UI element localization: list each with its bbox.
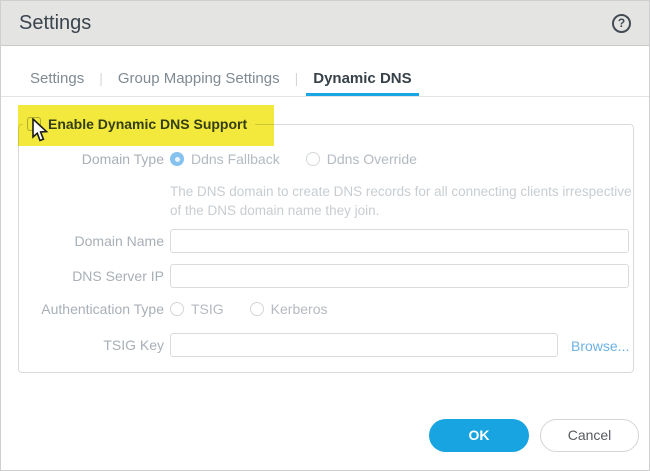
dialog-header: Settings ? bbox=[1, 1, 649, 46]
dns-server-ip-input[interactable] bbox=[170, 264, 629, 288]
browse-link[interactable]: Browse... bbox=[571, 338, 629, 354]
cancel-button[interactable]: Cancel bbox=[540, 419, 639, 452]
tsig-key-label: TSIG Key bbox=[103, 337, 164, 353]
settings-dialog: Settings ? Settings | Group Mapping Sett… bbox=[0, 0, 650, 471]
tab-dynamic-dns[interactable]: Dynamic DNS bbox=[306, 70, 419, 96]
enable-dynamic-dns-label: Enable Dynamic DNS Support bbox=[48, 116, 248, 132]
domain-type-description: The DNS domain to create DNS records for… bbox=[170, 182, 640, 220]
dialog-title: Settings bbox=[19, 12, 92, 34]
help-icon[interactable]: ? bbox=[612, 14, 631, 33]
ddns-override-radio[interactable] bbox=[305, 152, 320, 166]
tsig-key-input[interactable] bbox=[170, 333, 558, 357]
dns-server-ip-label: DNS Server IP bbox=[72, 268, 164, 284]
description-line-2: of the DNS domain name they join. bbox=[170, 203, 380, 218]
ok-button[interactable]: OK bbox=[429, 419, 529, 452]
domain-name-input[interactable] bbox=[170, 229, 629, 253]
kerberos-radio[interactable] bbox=[249, 302, 264, 316]
tsig-radio[interactable] bbox=[170, 302, 184, 316]
authentication-type-options: TSIG Kerberos bbox=[170, 301, 353, 317]
tab-separator: | bbox=[294, 70, 299, 86]
tab-settings[interactable]: Settings bbox=[23, 70, 91, 96]
enable-dynamic-dns-checkbox[interactable] bbox=[27, 117, 41, 131]
ddns-override-label: Ddns Override bbox=[326, 151, 417, 167]
domain-name-label: Domain Name bbox=[74, 233, 164, 249]
description-line-1: The DNS domain to create DNS records for… bbox=[170, 184, 632, 199]
tab-group-mapping-settings[interactable]: Group Mapping Settings bbox=[111, 70, 287, 96]
kerberos-label: Kerberos bbox=[270, 301, 328, 317]
ddns-fallback-radio[interactable] bbox=[170, 152, 184, 166]
domain-type-label: Domain Type bbox=[81, 151, 164, 167]
authentication-type-label: Authentication Type bbox=[41, 301, 164, 317]
domain-type-options: Ddns Fallback Ddns Override bbox=[170, 151, 443, 167]
ddns-fallback-label: Ddns Fallback bbox=[191, 151, 280, 167]
enable-dynamic-dns-legend: Enable Dynamic DNS Support bbox=[23, 112, 256, 136]
tsig-label: TSIG bbox=[191, 301, 224, 317]
tab-separator: | bbox=[99, 70, 103, 86]
tab-bar: Settings | Group Mapping Settings | Dyna… bbox=[1, 63, 649, 97]
